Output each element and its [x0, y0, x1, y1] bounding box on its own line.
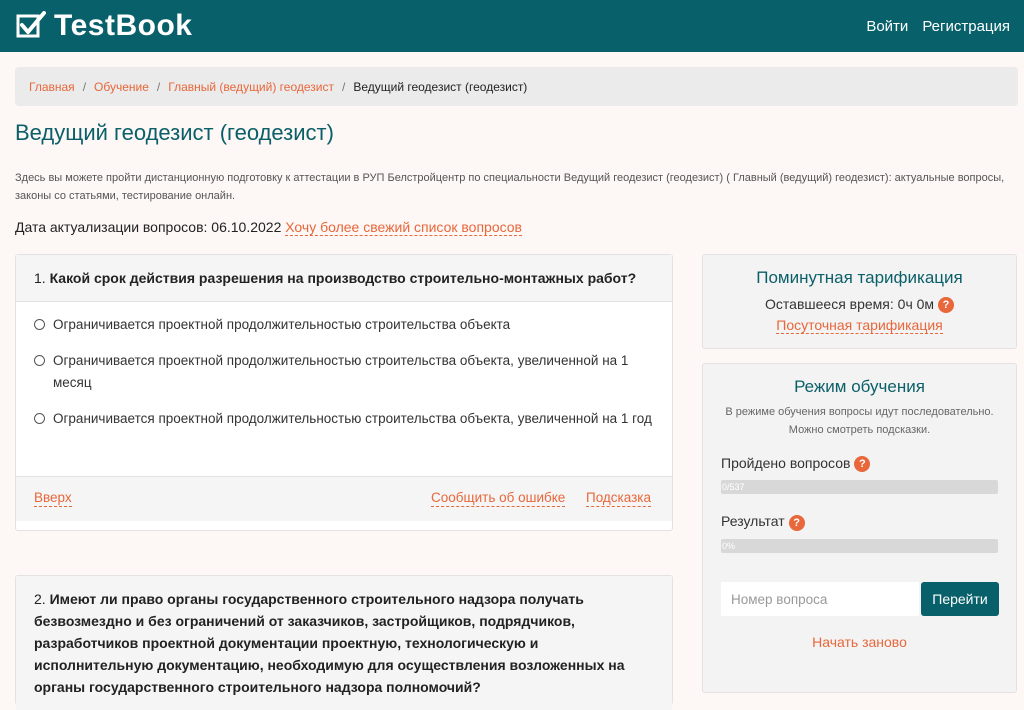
result-progress-bar: 0% — [721, 538, 998, 553]
training-title: Режим обучения — [794, 377, 925, 396]
brand-logo[interactable]: TestBook — [16, 6, 192, 46]
passed-progress-bar: 0/537 — [721, 480, 998, 495]
remaining-time-label: Оставшееся время: 0ч 0м — [765, 296, 935, 312]
breadcrumb-home[interactable]: Главная — [29, 80, 75, 94]
page-title: Ведущий геодезист (геодезист) — [15, 120, 334, 145]
login-link[interactable]: Войти — [866, 18, 908, 35]
breadcrumb-separator: / — [341, 79, 346, 94]
tariff-title: Поминутная тарификация — [756, 268, 963, 287]
answer-option-1[interactable]: Ограничивается проектной продолжительнос… — [34, 314, 654, 336]
hint-link[interactable]: Подсказка — [586, 490, 652, 507]
question-card-1: 1. Какой срок действия разрешения на про… — [15, 254, 673, 531]
radio-button[interactable] — [34, 355, 45, 366]
register-link[interactable]: Регистрация — [922, 18, 1010, 35]
answer-text: Ограничивается проектной продолжительнос… — [53, 317, 511, 332]
help-icon[interactable]: ? — [788, 514, 805, 531]
radio-button[interactable] — [34, 413, 45, 424]
scroll-top-link[interactable]: Вверх — [34, 490, 72, 507]
breadcrumb-separator: / — [156, 79, 161, 94]
help-icon[interactable]: ? — [937, 297, 954, 314]
update-date: Дата актуализации вопросов: 06.10.2022 — [15, 219, 282, 235]
help-icon[interactable]: ? — [854, 456, 871, 473]
breadcrumb-current: Ведущий геодезист (геодезист) — [353, 79, 528, 94]
tariff-panel: Поминутная тарификация Оставшееся время:… — [702, 254, 1017, 349]
brand-name: TestBook — [54, 9, 193, 42]
question-text: Какой срок действия разрешения на произв… — [49, 270, 637, 286]
restart-link[interactable]: Начать заново — [812, 634, 907, 650]
question-header: 1. Какой срок действия разрешения на про… — [16, 255, 672, 302]
answer-text: Ограничивается проектной продолжительнос… — [53, 411, 652, 426]
radio-button[interactable] — [34, 319, 45, 330]
breadcrumb-chief-surveyor[interactable]: Главный (ведущий) геодезист — [168, 80, 334, 94]
answer-option-2[interactable]: Ограничивается проектной продолжительнос… — [34, 350, 654, 394]
go-button[interactable]: Перейти — [921, 582, 999, 616]
answer-list: Ограничивается проектной продолжительнос… — [16, 302, 672, 476]
result-label-row: Результат ? — [721, 513, 1001, 531]
breadcrumb: Главная / Обучение / Главный (ведущий) г… — [15, 67, 1018, 106]
report-error-link[interactable]: Сообщить об ошибке — [431, 490, 566, 507]
update-info: Дата актуализации вопросов: 06.10.2022 Х… — [15, 219, 522, 236]
answer-text: Ограничивается проектной продолжительнос… — [53, 353, 629, 390]
question-card-2: 2. Имеют ли право органы государственног… — [15, 575, 673, 710]
breadcrumb-separator: / — [82, 79, 87, 94]
auth-links: Войти Регистрация — [866, 0, 1010, 52]
breadcrumb-training[interactable]: Обучение — [94, 80, 149, 94]
page-intro: Здесь вы можете пройти дистанционную под… — [15, 172, 1005, 202]
answer-option-3[interactable]: Ограничивается проектной продолжительнос… — [34, 408, 654, 430]
passed-label-row: Пройдено вопросов ? — [721, 455, 1001, 473]
question-footer: Вверх Сообщить об ошибке Подсказка — [16, 476, 672, 521]
fresh-questions-link[interactable]: Хочу более свежий список вопросов — [285, 219, 522, 236]
passed-label: Пройдено вопросов — [721, 455, 851, 471]
question-text: Имеют ли право органы государственного с… — [34, 591, 625, 695]
question-number-input[interactable] — [721, 582, 919, 616]
top-navbar: TestBook Войти Регистрация — [0, 0, 1024, 52]
question-header: 2. Имеют ли право органы государственног… — [16, 576, 672, 710]
training-description: В режиме обучения вопросы идут последова… — [725, 406, 994, 436]
question-number: 2. — [34, 591, 46, 607]
checkbox-logo-icon — [16, 11, 46, 38]
training-panel: Режим обучения В режиме обучения вопросы… — [702, 363, 1017, 693]
result-label: Результат — [721, 513, 785, 530]
remaining-time: Оставшееся время: 0ч 0м ? — [703, 296, 1016, 314]
question-number: 1. — [34, 270, 46, 286]
daily-tariff-link[interactable]: Посуточная тарификация — [776, 317, 943, 335]
